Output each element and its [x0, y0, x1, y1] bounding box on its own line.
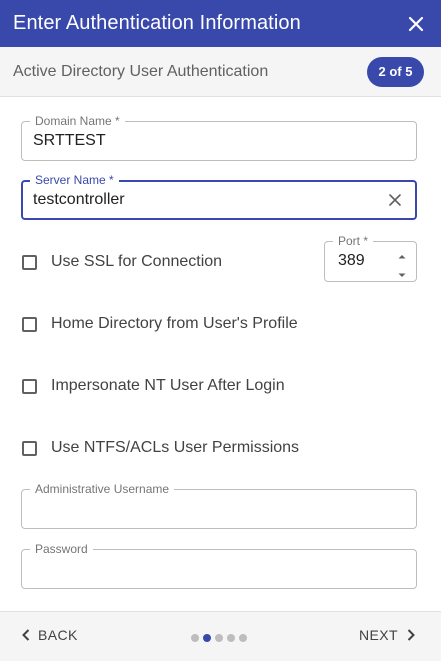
- back-button[interactable]: BACK: [22, 627, 78, 643]
- back-button-label: BACK: [38, 627, 78, 643]
- impersonate-checkbox-row[interactable]: Impersonate NT User After Login: [22, 374, 285, 398]
- ssl-checkbox-row[interactable]: Use SSL for Connection: [22, 250, 222, 274]
- server-name-label: Server Name *: [30, 173, 119, 187]
- port-input[interactable]: [338, 252, 388, 270]
- ssl-checkbox-label: Use SSL for Connection: [51, 253, 223, 270]
- ssl-checkbox[interactable]: [22, 254, 37, 270]
- port-label: Port *: [333, 234, 374, 248]
- admin-username-field: Administrative Username: [21, 482, 417, 529]
- dialog-subheader: Active Directory User Authentication 2 o…: [0, 47, 441, 97]
- dialog-header: Enter Authentication Information: [0, 0, 441, 47]
- server-name-input[interactable]: [33, 189, 383, 211]
- clear-icon[interactable]: [386, 191, 404, 209]
- home-directory-checkbox[interactable]: [22, 316, 37, 332]
- close-icon[interactable]: [404, 12, 428, 36]
- dialog-subtitle: Active Directory User Authentication: [13, 62, 269, 80]
- password-label: Password: [30, 542, 93, 556]
- step-dot: [227, 634, 235, 642]
- next-button-label: NEXT: [359, 627, 398, 643]
- ntfs-acls-checkbox-row[interactable]: Use NTFS/ACLs User Permissions: [22, 436, 299, 460]
- spin-down-icon[interactable]: [396, 267, 408, 277]
- impersonate-checkbox[interactable]: [22, 378, 37, 394]
- step-dots: [191, 634, 247, 642]
- ntfs-acls-checkbox-label: Use NTFS/ACLs User Permissions: [51, 439, 300, 456]
- home-directory-checkbox-row[interactable]: Home Directory from User's Profile: [22, 312, 298, 336]
- next-button[interactable]: NEXT: [359, 627, 415, 643]
- step-dot: [191, 634, 199, 642]
- spin-up-icon[interactable]: [396, 249, 408, 259]
- domain-name-input[interactable]: [33, 130, 383, 152]
- server-name-field: Server Name *: [21, 173, 417, 220]
- chevron-right-icon: [407, 629, 415, 641]
- dialog-footer: BACK NEXT: [0, 611, 441, 661]
- dialog-title: Enter Authentication Information: [13, 12, 301, 34]
- step-dot: [203, 634, 211, 642]
- step-dot: [215, 634, 223, 642]
- chevron-left-icon: [22, 629, 30, 641]
- admin-username-label: Administrative Username: [30, 482, 175, 496]
- password-field: Password: [21, 542, 417, 589]
- port-field: Port *: [324, 234, 417, 282]
- impersonate-checkbox-label: Impersonate NT User After Login: [51, 377, 285, 394]
- admin-username-input[interactable]: [33, 498, 383, 520]
- domain-name-label: Domain Name *: [30, 114, 125, 128]
- step-badge: 2 of 5: [367, 56, 424, 87]
- step-dot: [239, 634, 247, 642]
- password-input[interactable]: [33, 558, 383, 580]
- ntfs-acls-checkbox[interactable]: [22, 440, 37, 456]
- home-directory-checkbox-label: Home Directory from User's Profile: [51, 315, 298, 332]
- domain-name-field: Domain Name *: [21, 114, 417, 161]
